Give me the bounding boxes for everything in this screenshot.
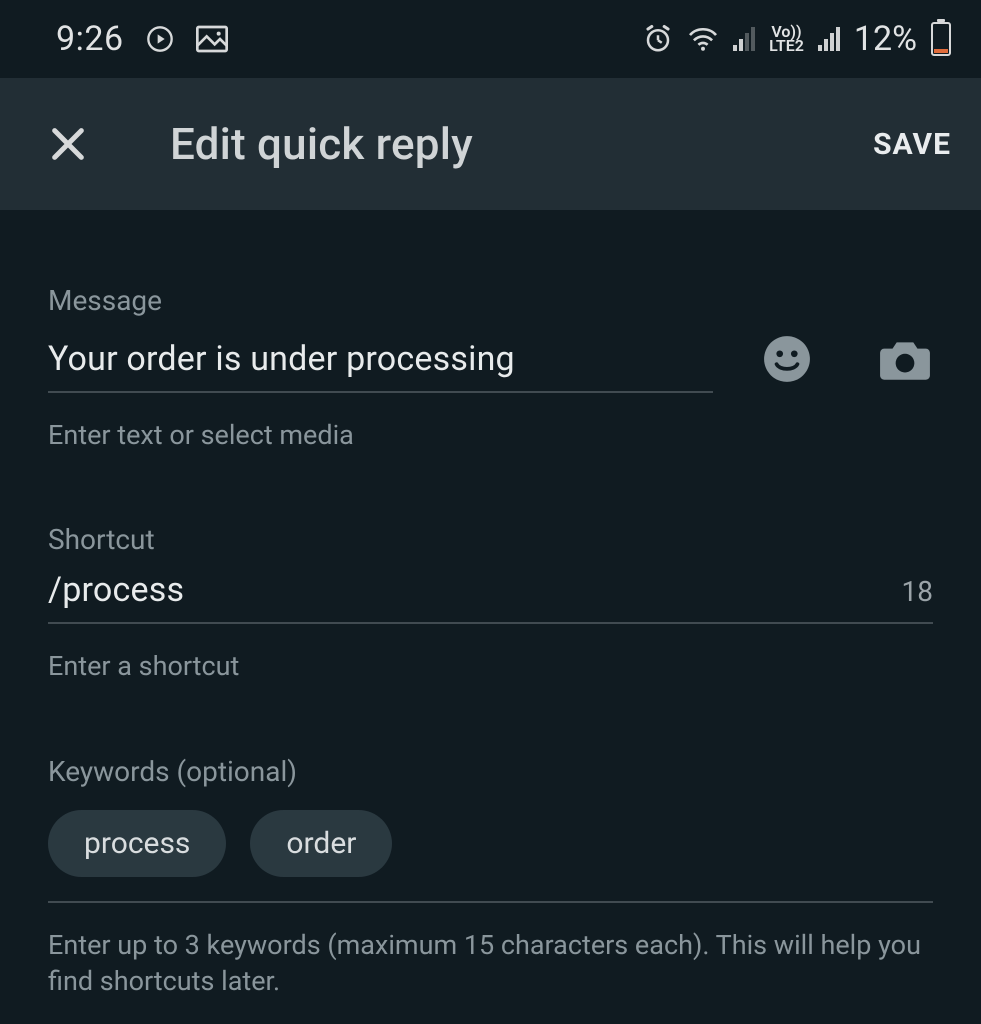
message-label: Message — [48, 284, 933, 317]
message-field: Message Enter — [48, 284, 933, 453]
image-icon — [196, 25, 228, 53]
emoji-button[interactable] — [759, 331, 815, 387]
keyword-chip[interactable]: process — [48, 810, 226, 877]
shortcut-input[interactable] — [48, 570, 882, 610]
keywords-label: Keywords (optional) — [48, 755, 933, 788]
form-body: Message Enter — [0, 210, 981, 1000]
shortcut-label: Shortcut — [48, 523, 933, 556]
emoji-icon — [762, 334, 812, 384]
status-bar: 9:26 — [0, 0, 981, 78]
alarm-icon — [643, 24, 673, 54]
message-input[interactable] — [48, 339, 713, 379]
shortcut-counter: 18 — [882, 575, 933, 608]
keyword-chip[interactable]: order — [250, 810, 392, 877]
camera-icon — [878, 336, 932, 382]
close-button[interactable] — [40, 116, 96, 172]
status-time: 9:26 — [56, 19, 124, 59]
play-circle-icon — [146, 25, 174, 53]
wifi-icon — [687, 26, 719, 52]
signal-bars-1-icon — [733, 27, 755, 51]
save-button[interactable]: SAVE — [873, 127, 951, 162]
signal-bars-2-icon — [818, 27, 840, 51]
page-title: Edit quick reply — [170, 118, 473, 170]
network-label: Vo)) LTE2 — [769, 25, 804, 53]
app-bar: Edit quick reply SAVE — [0, 78, 981, 210]
keywords-hint: Enter up to 3 keywords (maximum 15 chara… — [48, 927, 933, 1000]
keywords-field: Keywords (optional) process order Enter … — [48, 755, 933, 1000]
keywords-chip-row[interactable]: process order — [48, 802, 933, 903]
battery-percent: 12% — [854, 19, 917, 59]
close-icon — [48, 124, 88, 164]
message-hint: Enter text or select media — [48, 417, 933, 453]
shortcut-field: Shortcut 18 Enter a shortcut — [48, 523, 933, 684]
shortcut-hint: Enter a shortcut — [48, 648, 933, 684]
camera-button[interactable] — [877, 331, 933, 387]
battery-icon — [931, 22, 951, 56]
